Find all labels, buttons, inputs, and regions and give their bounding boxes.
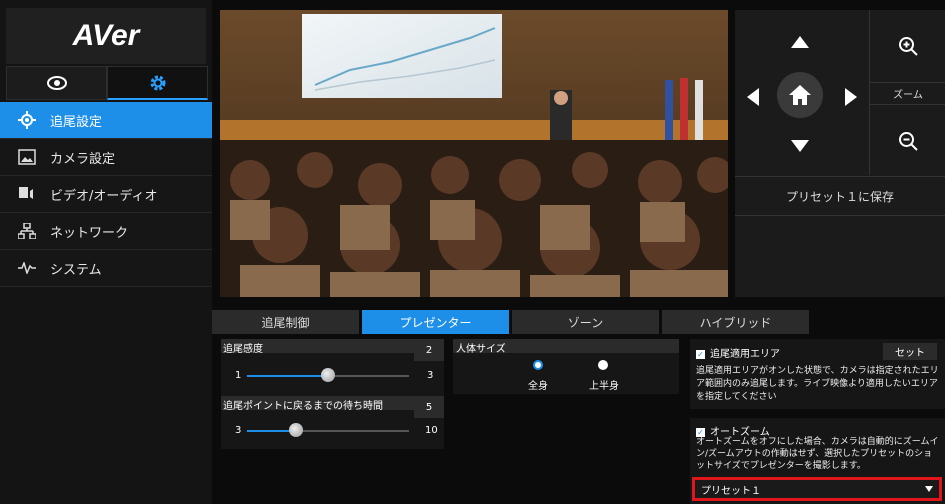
preset-select[interactable]: プリセット１ — [692, 477, 942, 501]
sidebar-item-label: システム — [50, 262, 102, 278]
body-size-upper-radio[interactable] — [598, 360, 608, 370]
zoom-out-icon — [899, 131, 918, 151]
preset-select-value: プリセット１ — [701, 485, 761, 497]
body-size-full-label: 全身 — [528, 381, 548, 392]
wait-time-value: 5 — [414, 396, 444, 418]
sidebar-item-label: 追尾設定 — [50, 114, 103, 130]
sidebar-item-system[interactable]: システム — [0, 250, 212, 287]
sensitivity-min: 1 — [235, 370, 242, 381]
body-size-label: 人体サイズ — [456, 344, 506, 355]
arrow-down-icon[interactable] — [791, 140, 809, 152]
ptz-direction-pad — [735, 10, 867, 175]
mode-tabs — [6, 66, 208, 100]
settings-tabs: 追尾制御 プレゼンター ゾーン ハイブリッド — [212, 310, 945, 334]
wait-time-min: 3 — [235, 425, 242, 436]
arrow-up-icon[interactable] — [791, 36, 809, 48]
sensitivity-label: 追尾感度 — [223, 344, 263, 355]
eye-icon — [46, 76, 67, 90]
wait-time-label: 追尾ポイントに戻るまでの待ち時間 — [223, 401, 383, 412]
home-icon — [789, 85, 811, 105]
wait-time-max: 10 — [425, 425, 438, 436]
av-icon — [18, 185, 36, 203]
body-size-panel: 人体サイズ 全身 上半身 — [453, 339, 679, 394]
tab-view[interactable] — [6, 66, 107, 100]
zoom-in-button[interactable] — [870, 10, 945, 83]
area-checkbox[interactable]: ✓ — [696, 349, 705, 359]
chevron-down-icon — [925, 486, 933, 492]
body-size-upper-label: 上半身 — [589, 381, 619, 392]
tab-settings[interactable] — [107, 66, 208, 100]
arrow-right-icon[interactable] — [845, 88, 857, 106]
sidebar-item-video-audio[interactable]: ビデオ/オーディオ — [0, 176, 212, 213]
sidebar-item-camera[interactable]: カメラ設定 — [0, 139, 212, 176]
sidebar-item-network[interactable]: ネットワーク — [0, 213, 212, 250]
tab-zone[interactable]: ゾーン — [512, 310, 659, 334]
network-icon — [18, 222, 36, 240]
sidebar-item-label: ビデオ/オーディオ — [50, 188, 158, 204]
sidebar: AVer 追尾設定 カメラ設定 ビデオ/オーディオ ネットワーク システム — [0, 0, 212, 504]
live-video-image — [220, 10, 728, 297]
sensitivity-slider-fill — [247, 375, 328, 377]
sidebar-item-label: ネットワーク — [50, 225, 129, 241]
area-panel: ✓ 追尾適用エリア セット 追尾適用エリアがオンした状態で、カメラは指定されたエリ… — [690, 339, 945, 409]
save-preset-button[interactable]: プリセット１に保存 — [735, 176, 945, 216]
pulse-icon — [18, 259, 36, 277]
tracking-sliders-panel: 追尾感度 2 1 3 追尾ポイントに戻るまでの待ち時間 5 3 10 — [221, 339, 444, 449]
wait-time-slider-fill — [247, 430, 293, 432]
home-button[interactable] — [777, 72, 823, 118]
arrow-left-icon[interactable] — [747, 88, 759, 106]
area-title: 追尾適用エリア — [710, 349, 780, 360]
zoom-label: ズーム — [893, 89, 923, 101]
sensitivity-slider-handle[interactable] — [321, 368, 335, 382]
body-size-full-radio[interactable] — [533, 360, 543, 370]
logo: AVer — [6, 8, 206, 64]
wait-time-slider-handle[interactable] — [289, 423, 303, 437]
area-checkbox-row[interactable]: ✓ 追尾適用エリア — [696, 345, 780, 360]
sensitivity-max: 3 — [427, 370, 434, 381]
tab-presenter[interactable]: プレゼンター — [362, 310, 509, 334]
live-video[interactable] — [220, 10, 728, 297]
gear-icon — [150, 75, 165, 90]
sidebar-item-label: カメラ設定 — [50, 151, 116, 167]
autozoom-panel: ✓ オートズーム オートズームをオフにした場合、カメラは自動的にズームイン/ズーム… — [690, 418, 945, 504]
tab-tracking-control[interactable]: 追尾制御 — [212, 310, 359, 334]
area-description: 追尾適用エリアがオンした状態で、カメラは指定されたエリア範囲内のみ追尾します。ラ… — [696, 366, 939, 402]
autozoom-description: オートズームをオフにした場合、カメラは自動的にズームイン/ズームアウトの作動はせ… — [696, 437, 939, 471]
image-icon — [18, 148, 36, 166]
zoom-out-button[interactable] — [870, 104, 945, 176]
zoom-in-icon — [899, 37, 918, 56]
area-set-button[interactable]: セット — [883, 343, 937, 360]
tab-hybrid[interactable]: ハイブリッド — [662, 310, 809, 334]
sidebar-item-tracking[interactable]: 追尾設定 — [0, 102, 212, 139]
sidebar-nav: 追尾設定 カメラ設定 ビデオ/オーディオ ネットワーク システム — [0, 102, 212, 287]
target-icon — [18, 111, 36, 129]
zoom-controls: ズーム — [869, 10, 945, 175]
ptz-panel: ズーム プリセット１に保存 — [735, 10, 945, 297]
sensitivity-value: 2 — [414, 339, 444, 361]
brand-logo-text: AVer — [72, 19, 140, 52]
